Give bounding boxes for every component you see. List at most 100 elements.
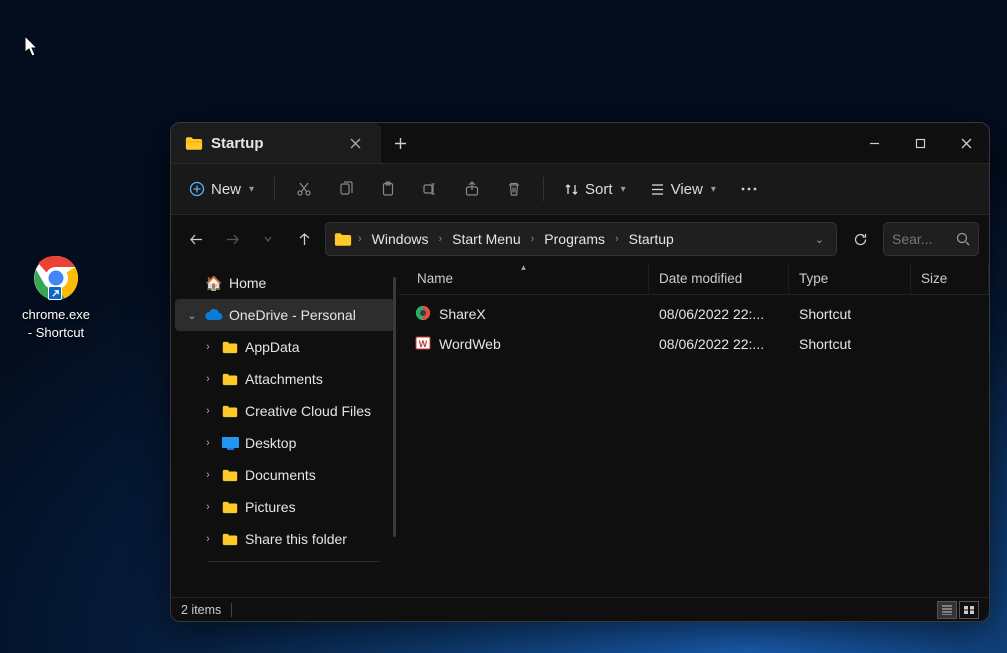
sidebar-item[interactable]: ›Pictures	[191, 491, 394, 523]
folder-icon	[185, 136, 203, 151]
file-list[interactable]: ShareX08/06/2022 22:...ShortcutWWordWeb0…	[399, 295, 989, 597]
sidebar-item-home[interactable]: 🏠 Home	[175, 267, 394, 299]
minimize-button[interactable]	[851, 123, 897, 163]
search-icon	[956, 232, 970, 246]
column-header-name[interactable]: ▴ Name	[399, 263, 649, 294]
sidebar-item[interactable]: › Desktop	[191, 427, 394, 459]
folder-icon	[221, 469, 239, 482]
folder-icon	[221, 373, 239, 386]
copy-icon[interactable]	[327, 175, 365, 203]
share-icon[interactable]	[453, 175, 491, 203]
column-header-size[interactable]: Size	[911, 263, 989, 294]
sort-label: Sort	[585, 181, 613, 198]
chevron-down-icon[interactable]: ⌄	[809, 233, 830, 246]
view-button[interactable]: View ▾	[640, 175, 726, 204]
titlebar[interactable]: Startup	[171, 123, 989, 163]
view-large-button[interactable]	[959, 601, 979, 619]
chevron-right-icon: ›	[356, 233, 364, 245]
file-row[interactable]: WWordWeb08/06/2022 22:...Shortcut	[399, 329, 989, 359]
home-icon: 🏠	[205, 275, 223, 292]
folder-icon	[334, 232, 352, 247]
new-tab-button[interactable]	[381, 123, 419, 163]
status-count: 2 items	[181, 603, 221, 617]
maximize-button[interactable]	[897, 123, 943, 163]
folder-icon	[221, 501, 239, 514]
sidebar-item-label: OneDrive - Personal	[229, 307, 356, 323]
chevron-right-icon[interactable]: ›	[201, 469, 215, 481]
recent-chevron-icon[interactable]	[253, 224, 283, 254]
file-icon	[415, 305, 431, 324]
sidebar-item-label: Documents	[245, 467, 316, 483]
chevron-right-icon[interactable]: ›	[201, 501, 215, 513]
forward-button[interactable]	[217, 224, 247, 254]
sidebar-item-label: Desktop	[245, 435, 296, 451]
chevron-right-icon[interactable]: ›	[201, 373, 215, 385]
breadcrumb-item[interactable]: Start Menu	[448, 229, 524, 249]
breadcrumb-item[interactable]: Programs	[540, 229, 609, 249]
file-explorer-window: Startup New ▾ Sort ▾	[170, 122, 990, 622]
refresh-button[interactable]	[843, 222, 877, 256]
folder-icon	[221, 341, 239, 354]
desktop-icon-label: - Shortcut	[16, 324, 96, 342]
toolbar: New ▾ Sort ▾ View ▾	[171, 163, 989, 215]
sidebar-item[interactable]: › Attachments	[191, 363, 394, 395]
search-box[interactable]	[883, 222, 979, 256]
file-type: Shortcut	[789, 306, 911, 322]
status-bar: 2 items	[171, 597, 989, 621]
folder-icon	[221, 533, 239, 546]
chevron-right-icon[interactable]: ›	[201, 437, 215, 449]
more-icon[interactable]	[730, 181, 768, 197]
view-label: View	[671, 181, 703, 198]
chevron-right-icon: ›	[529, 233, 537, 245]
breadcrumb-item[interactable]: Startup	[625, 229, 678, 249]
file-list-pane: ▴ Name Date modified Type Size ShareX08/…	[399, 263, 989, 597]
svg-text:W: W	[419, 339, 428, 349]
navigation-row: › Windows › Start Menu › Programs › Star…	[171, 215, 989, 263]
file-date: 08/06/2022 22:...	[649, 306, 789, 322]
breadcrumb-item[interactable]: Windows	[368, 229, 433, 249]
up-button[interactable]	[289, 224, 319, 254]
chevron-right-icon[interactable]: ›	[201, 405, 215, 417]
cut-icon[interactable]	[285, 175, 323, 203]
mouse-cursor	[25, 36, 41, 58]
sidebar-item[interactable]: ›AppData	[191, 331, 394, 363]
close-window-button[interactable]	[943, 123, 989, 163]
new-button[interactable]: New ▾	[179, 175, 264, 204]
chevron-right-icon[interactable]: ›	[201, 341, 215, 353]
close-tab-icon[interactable]	[346, 134, 365, 153]
view-details-button[interactable]	[937, 601, 957, 619]
desktop-shortcut-chrome[interactable]: chrome.exe - Shortcut	[16, 254, 96, 341]
search-input[interactable]	[892, 231, 950, 247]
back-button[interactable]	[181, 224, 211, 254]
chevron-down-icon[interactable]: ⌄	[185, 309, 199, 322]
sidebar-item-label: Attachments	[245, 371, 323, 387]
delete-icon[interactable]	[495, 175, 533, 203]
desktop-icon-label: chrome.exe	[16, 306, 96, 324]
paste-icon[interactable]	[369, 175, 407, 203]
sidebar-item-onedrive[interactable]: ⌄ OneDrive - Personal	[175, 299, 394, 331]
folder-icon	[221, 405, 239, 418]
chevron-down-icon: ▾	[711, 184, 716, 195]
rename-icon[interactable]	[411, 175, 449, 203]
new-button-label: New	[211, 181, 241, 198]
column-header-date[interactable]: Date modified	[649, 263, 789, 294]
column-header-type[interactable]: Type	[789, 263, 911, 294]
tab-startup[interactable]: Startup	[171, 123, 381, 163]
file-icon: W	[415, 335, 431, 354]
chevron-right-icon[interactable]: ›	[201, 533, 215, 545]
address-bar[interactable]: › Windows › Start Menu › Programs › Star…	[325, 222, 837, 256]
file-date: 08/06/2022 22:...	[649, 336, 789, 352]
file-type: Shortcut	[789, 336, 911, 352]
sidebar-item-label: Creative Cloud Files	[245, 403, 371, 419]
sidebar-item-label: Share this folder	[245, 531, 347, 547]
column-headers: ▴ Name Date modified Type Size	[399, 263, 989, 295]
sidebar-item[interactable]: › Share this folder	[191, 523, 394, 555]
file-row[interactable]: ShareX08/06/2022 22:...Shortcut	[399, 299, 989, 329]
sidebar[interactable]: 🏠 Home ⌄ OneDrive - Personal ›AppData›At…	[171, 263, 399, 597]
tab-label: Startup	[211, 135, 264, 152]
sort-button[interactable]: Sort ▾	[554, 175, 636, 204]
sidebar-item[interactable]: › Creative Cloud Files	[191, 395, 394, 427]
shortcut-arrow-icon	[48, 286, 62, 300]
sidebar-item[interactable]: › Documents	[191, 459, 394, 491]
sidebar-item-label: Home	[229, 275, 266, 291]
